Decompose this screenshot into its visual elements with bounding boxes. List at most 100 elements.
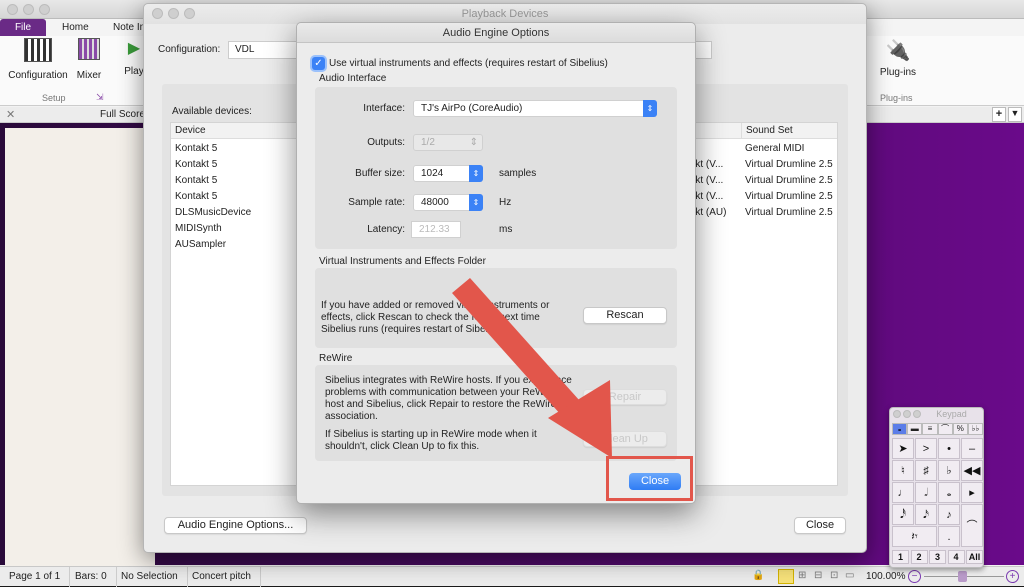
- rewire-text: Sibelius integrates with ReWire hosts. I…: [325, 375, 572, 422]
- score-tab[interactable]: Full Score: [100, 109, 145, 120]
- chevron-updown-icon: ⇕: [643, 100, 657, 117]
- dialog-launcher-icon[interactable]: ⇲: [96, 92, 104, 103]
- mixer-icon: [78, 38, 100, 60]
- device-row[interactable]: MIDISynth: [175, 221, 222, 237]
- tab-file[interactable]: File: [0, 19, 46, 36]
- play-button[interactable]: ▶ Play: [124, 38, 144, 77]
- keypad-tab[interactable]: %: [952, 423, 968, 435]
- column-sound-set[interactable]: Sound Set: [741, 123, 797, 139]
- device-row[interactable]: Kontakt 5: [175, 157, 217, 173]
- zoom-slider-handle[interactable]: [958, 571, 967, 582]
- close-button[interactable]: Close: [794, 517, 846, 534]
- keypad-key[interactable]: ▸: [961, 482, 983, 503]
- tab-home[interactable]: Home: [52, 19, 99, 36]
- score-paper[interactable]: [5, 128, 155, 566]
- keypad-key[interactable]: 𝄽𝄾: [892, 526, 937, 547]
- zoom-in-icon[interactable]: +: [1006, 570, 1019, 583]
- setup-group-label: Setup: [42, 93, 66, 103]
- keypad-layout-button[interactable]: 2: [910, 550, 928, 564]
- zoom-window-button[interactable]: [913, 410, 921, 418]
- keypad-key[interactable]: •: [938, 438, 960, 459]
- keypad-tab[interactable]: 𝅝: [892, 423, 908, 435]
- device-row[interactable]: Kontakt 5: [175, 173, 217, 189]
- keypad-key[interactable]: >: [915, 438, 937, 459]
- rescan-button[interactable]: Rescan: [583, 307, 667, 324]
- cleanup-button[interactable]: Clean Up: [583, 431, 667, 447]
- configuration-button[interactable]: Configuration: [6, 38, 70, 81]
- keypad-tab[interactable]: ♭♭: [967, 423, 984, 435]
- keypad-key[interactable]: ➤: [892, 438, 914, 459]
- sample-rate-label: Sample rate:: [348, 197, 405, 208]
- interface-select[interactable]: TJ's AirPo (CoreAudio) ⇕: [413, 100, 657, 117]
- vi-folder-title: Virtual Instruments and Effects Folder: [319, 256, 486, 267]
- audio-engine-options-button[interactable]: Audio Engine Options...: [164, 517, 307, 534]
- plugins-button[interactable]: 🔌 Plug-ins: [876, 38, 920, 78]
- view-icon[interactable]: ⊟: [814, 570, 822, 581]
- keypad-key[interactable]: .: [938, 526, 960, 547]
- vi-folder-text: If you have added or removed virtual ins…: [321, 300, 550, 335]
- view-icon[interactable]: ⊞: [798, 570, 806, 581]
- dropdown-icon[interactable]: ▼: [1008, 107, 1022, 122]
- minimize-window-button[interactable]: [23, 4, 34, 15]
- device-row[interactable]: Kontakt 5: [175, 141, 217, 157]
- keypad-layout-button[interactable]: 4: [947, 550, 965, 564]
- outputs-label: Outputs:: [367, 137, 405, 148]
- device-row[interactable]: AUSampler: [175, 237, 226, 253]
- view-icon[interactable]: ▭: [845, 570, 854, 581]
- close-window-button[interactable]: [7, 4, 18, 15]
- keypad-key[interactable]: 𝅘𝅥𝅯: [915, 504, 937, 525]
- outputs-select[interactable]: 1/2 ⇕: [413, 134, 483, 151]
- keypad-key[interactable]: ♩: [892, 482, 914, 503]
- zoom-window-button[interactable]: [39, 4, 50, 15]
- keypad-layout-button[interactable]: All: [966, 550, 983, 564]
- minimize-window-button[interactable]: [903, 410, 911, 418]
- chevron-updown-icon: ⇕: [469, 165, 483, 182]
- device-row[interactable]: DLSMusicDevice: [175, 205, 251, 221]
- keypad-layout-button[interactable]: 3: [929, 550, 946, 564]
- keypad-key[interactable]: ⌒: [961, 504, 983, 547]
- minimize-window-button[interactable]: [168, 8, 179, 19]
- zoom-window-button[interactable]: [184, 8, 195, 19]
- keypad-window: Keypad 𝅝 ▬ ≡ ⌒% ♭♭ ➤ > • – ♮ ♯ ♭ ◀◀ ♩ 𝅗𝅥 𝅝 ▸ 𝅘𝅥𝅰 𝅘𝅥𝅯 ♪ ⌒ 𝄽𝄾.…: [889, 407, 984, 568]
- column-device[interactable]: Device: [175, 125, 206, 136]
- keypad-layout-button[interactable]: 1: [892, 550, 909, 564]
- use-virtual-instruments-checkbox[interactable]: ✓: [312, 57, 325, 70]
- buffer-size-select[interactable]: 1024 ⇕: [413, 165, 483, 182]
- sample-rate-select[interactable]: 48000 ⇕: [413, 194, 483, 211]
- keypad-key[interactable]: 𝅘𝅥𝅰: [892, 504, 914, 525]
- keypad-key[interactable]: ♯: [915, 460, 937, 481]
- buffer-unit: samples: [499, 168, 537, 179]
- keypad-key[interactable]: ♮: [892, 460, 914, 481]
- view-icon[interactable]: ⊡: [830, 570, 838, 581]
- mixer-button[interactable]: Mixer: [74, 38, 104, 81]
- repair-button[interactable]: Repair: [583, 389, 667, 405]
- status-bar: Page 1 of 1 Bars: 0 No Selection Concert…: [0, 566, 1024, 587]
- keypad-key[interactable]: 𝅗𝅥: [915, 482, 937, 503]
- close-window-button[interactable]: [893, 410, 901, 418]
- keypad-tab[interactable]: ≡: [922, 423, 938, 435]
- view-page-icon[interactable]: [778, 569, 794, 584]
- sample-rate-unit: Hz: [499, 197, 512, 208]
- sound-set-cell: Virtual Drumline 2.5: [745, 159, 833, 170]
- zoom-out-icon[interactable]: −: [908, 570, 921, 583]
- plus-icon[interactable]: +: [992, 107, 1006, 122]
- keypad-key[interactable]: ♪: [938, 504, 960, 525]
- keypad-key[interactable]: ◀◀: [961, 460, 983, 481]
- close-window-button[interactable]: [152, 8, 163, 19]
- keypad-tab[interactable]: ▬: [907, 423, 923, 435]
- keypad-title: Keypad: [890, 408, 983, 421]
- sound-set-cell: Virtual Drumline 2.5: [745, 175, 833, 186]
- lock-icon[interactable]: 🔒: [752, 570, 764, 581]
- piano-icon: [24, 38, 52, 62]
- rewire-title: ReWire: [319, 353, 353, 364]
- keypad-tab[interactable]: ⌒: [937, 423, 953, 435]
- keypad-key[interactable]: –: [961, 438, 983, 459]
- keypad-key[interactable]: ♭: [938, 460, 960, 481]
- close-icon[interactable]: ✕: [6, 108, 15, 121]
- device-row[interactable]: Kontakt 5: [175, 189, 217, 205]
- vi-folder-section: If you have added or removed virtual ins…: [315, 268, 677, 348]
- sound-set-cell: Virtual Drumline 2.5: [745, 207, 833, 218]
- keypad-key[interactable]: 𝅝: [938, 482, 960, 503]
- playback-devices-title: Playback Devices: [144, 4, 866, 24]
- chevron-updown-icon: ⇕: [469, 137, 478, 148]
